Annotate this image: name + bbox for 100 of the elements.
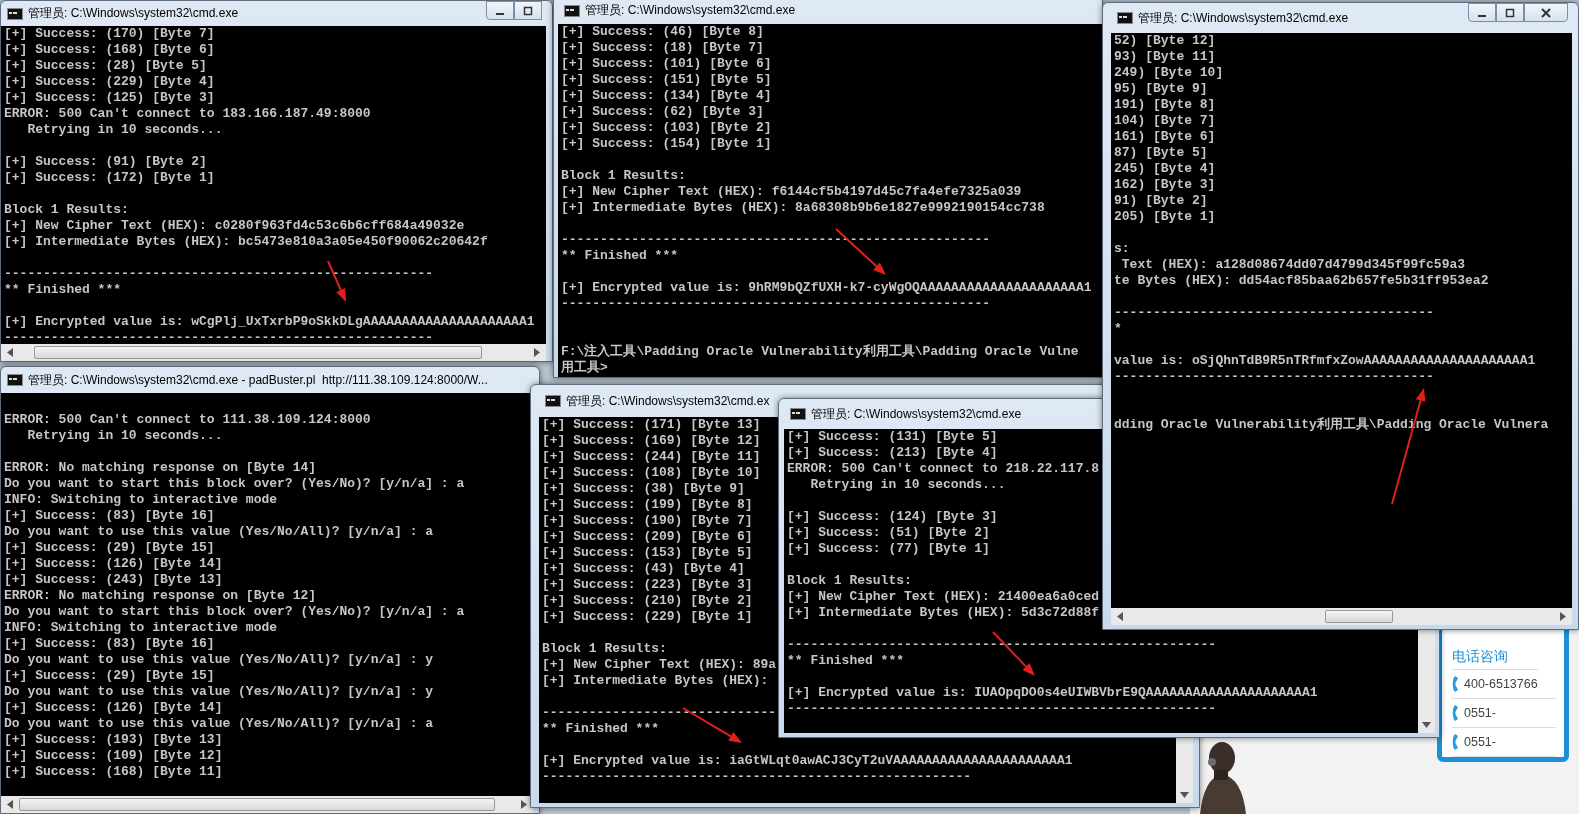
console-line: ----------------------------------------- bbox=[1114, 369, 1434, 385]
maximize-button[interactable] bbox=[1496, 3, 1524, 22]
console-line: [+] Encrypted value is: iaGtWLqt0awACJ3CyT2uVAAAAAAAAAAAAAAAAAAAAAA1 bbox=[542, 753, 1073, 769]
console-line: [+] Success: (172) [Byte 1] bbox=[4, 170, 215, 186]
console-line: [+] Success: (168) [Byte 11] bbox=[4, 764, 223, 780]
console-line: 162) [Byte 3] bbox=[1114, 177, 1216, 193]
console-line: [+] Success: (18) [Byte 7] bbox=[561, 40, 764, 56]
window-title: 管理员: C:\Windows\system32\cmd.exe - padBuster.pl http://111.38.109.124:8000/W... bbox=[28, 371, 488, 389]
console-line: [+] Encrypted value is: wCgPlj_UxTxrbP9oSkkDLgAAAAAAAAAAAAAAAAAAAAA1 bbox=[4, 314, 535, 330]
console-line: [+] Success: (46) [Byte 8] bbox=[561, 24, 764, 40]
console-line: ------------------------------------------------------- bbox=[4, 266, 434, 282]
console-line: F:\注入工具\Padding Oracle Vulnerability利用工具\Padding Oracle Vulne bbox=[561, 344, 1079, 360]
console-line: ** Finished *** bbox=[787, 653, 905, 669]
console-line: 249) [Byte 10] bbox=[1114, 65, 1224, 81]
console-icon bbox=[790, 408, 806, 420]
console-line: * bbox=[1114, 321, 1122, 337]
phone-number[interactable]: 0551- bbox=[1464, 706, 1496, 720]
maximize-button[interactable] bbox=[514, 1, 542, 20]
minimize-button[interactable] bbox=[486, 1, 514, 20]
console-line: [+] New Cipher Text (HEX): f6144cf5b4197d45c7fa4efe7325a039 bbox=[561, 184, 1022, 200]
down-arrow-icon bbox=[1422, 721, 1431, 728]
console-line: [+] Success: (131) [Byte 5] bbox=[787, 429, 998, 445]
console-line: [+] Success: (109) [Byte 12] bbox=[4, 748, 223, 764]
console-line: ERROR: 500 Can't connect to 218.22.117.8 bbox=[787, 461, 1100, 477]
console-line: te Bytes (HEX): dd54acf85baa62b657fe5b31ff953ea2 bbox=[1114, 273, 1489, 289]
console-line: Block 1 Results: bbox=[4, 202, 129, 218]
console-line: INFO: Switching to interactive mode bbox=[4, 492, 278, 508]
console-line: ERROR: No matching response on [Byte 12] bbox=[4, 588, 317, 604]
console-line: ** Finished *** bbox=[542, 721, 660, 737]
console-line: 205) [Byte 1] bbox=[1114, 209, 1216, 225]
phone-icon bbox=[1452, 676, 1461, 692]
console-line: [+] Success: (151) [Byte 5] bbox=[561, 72, 772, 88]
console-line: [+] Success: (43) [Byte 4] bbox=[542, 561, 745, 577]
window-title: 管理员: C:\Windows\system32\cmd.exe bbox=[585, 2, 796, 19]
console-line: [+] Success: (91) [Byte 2] bbox=[4, 154, 207, 170]
maximize-icon bbox=[1504, 7, 1516, 18]
console-line: 161) [Byte 6] bbox=[1114, 129, 1216, 145]
console-line: ------------------------------------------------------- bbox=[787, 637, 1217, 653]
console-line: Do you want to start this block over? (Yes/No)? [y/n/a] : a bbox=[4, 476, 465, 492]
scroll-thumb[interactable] bbox=[34, 346, 483, 359]
console-line: [+] Success: (125) [Byte 3] bbox=[4, 90, 215, 106]
console-line: ----------------------------------------- bbox=[1114, 305, 1434, 321]
window-title: 管理员: C:\Windows\system32\cmd.exe bbox=[811, 405, 1022, 423]
console-line: [+] Intermediate Bytes (HEX): bbox=[542, 673, 769, 689]
console-line: [+] Success: (83) [Byte 16] bbox=[4, 636, 215, 652]
console-icon bbox=[1117, 12, 1133, 24]
console-line: 93) [Byte 11] bbox=[1114, 49, 1216, 65]
window-title: 管理员: C:\Windows\system32\cmd.exe bbox=[1138, 9, 1349, 27]
horizontal-scrollbar[interactable] bbox=[1, 344, 546, 361]
console-line: [+] Success: (190) [Byte 7] bbox=[542, 513, 753, 529]
console-line: Block 1 Results: bbox=[561, 168, 686, 184]
left-arrow-icon bbox=[7, 348, 13, 357]
console-line: [+] Success: (169) [Byte 12] bbox=[542, 433, 761, 449]
console-line: [+] Intermediate Bytes (HEX): bc5473e810a3a05e450f90062c20642f bbox=[4, 234, 488, 250]
console-line: [+] New Cipher Text (HEX): c0280f963fd4c53c6b6cff684a49032e bbox=[4, 218, 465, 234]
console-icon bbox=[7, 7, 23, 20]
console-line: [+] Success: (153) [Byte 5] bbox=[542, 545, 753, 561]
console-line: [+] Success: (171) [Byte 13] bbox=[542, 417, 761, 433]
horizontal-scrollbar[interactable] bbox=[1111, 608, 1572, 625]
console-line: [+] Success: (168) [Byte 6] bbox=[4, 42, 215, 58]
minimize-button[interactable] bbox=[1468, 3, 1496, 22]
console-line: Text (HEX): a128d08674dd07d4799d345f99fc59a3 bbox=[1120, 257, 1466, 273]
scroll-thumb[interactable] bbox=[19, 798, 496, 811]
console-line: [+] Success: (209) [Byte 6] bbox=[542, 529, 753, 545]
console-line: 245) [Byte 4] bbox=[1114, 161, 1216, 177]
console-line: [+] Success: (210) [Byte 2] bbox=[542, 593, 753, 609]
phone-number[interactable]: 0551- bbox=[1464, 735, 1496, 749]
console-line: ------------------------------ bbox=[542, 705, 777, 721]
phone-number[interactable]: 400-6513766 bbox=[1464, 677, 1538, 691]
console-line: ** Finished *** bbox=[4, 282, 122, 298]
console-line: [+] Encrypted value is: IUAOpqDO0s4eUIWBVbrE9QAAAAAAAAAAAAAAAAAAAAA1 bbox=[787, 685, 1318, 701]
console-line: Block 1 Results: bbox=[787, 573, 912, 589]
console-line: Block 1 Results: bbox=[542, 641, 667, 657]
phone-icon bbox=[1452, 734, 1461, 750]
scroll-thumb[interactable] bbox=[1324, 610, 1393, 623]
console-icon bbox=[545, 395, 561, 407]
close-button[interactable] bbox=[1524, 3, 1568, 22]
console-line: [+] Success: (38) [Byte 9] bbox=[542, 481, 745, 497]
console-line: 52) [Byte 12] bbox=[1114, 33, 1216, 49]
console-line: value is: oSjQhnTdB9R5nTRfmfxZowAAAAAAAAAAAAAAAAAAAAA1 bbox=[1114, 353, 1536, 369]
console-line: ** Finished *** bbox=[561, 248, 679, 264]
console-line: Retrying in 10 seconds... bbox=[809, 477, 1006, 493]
window-title: 管理员: C:\Windows\system32\cmd.ex bbox=[566, 392, 770, 410]
minimize-icon bbox=[1478, 14, 1486, 17]
console-line: [+] Encrypted value is: 9hRM9bQZfUXH-k7-cyWgOQAAAAAAAAAAAAAAAAAAAAA1 bbox=[561, 280, 1092, 296]
console-line: ERROR: No matching response on [Byte 14] bbox=[4, 460, 317, 476]
horizontal-scrollbar[interactable] bbox=[1, 796, 533, 813]
console-line: ------------------------------------------------------- bbox=[561, 296, 991, 312]
console-line: 87) [Byte 5] bbox=[1114, 145, 1208, 161]
console-line: [+] New Cipher Text (HEX): 21400ea6a0ced bbox=[787, 589, 1100, 605]
panel-title: 电话咨询 bbox=[1452, 643, 1538, 670]
console-line: [+] Success: (229) [Byte 1] bbox=[542, 609, 753, 625]
console-line: [+] Success: (29) [Byte 15] bbox=[4, 668, 215, 684]
console-line: [+] Success: (108) [Byte 10] bbox=[542, 465, 761, 481]
console-line: [+] Success: (77) [Byte 1] bbox=[787, 541, 990, 557]
console-line: Do you want to start this block over? (Yes/No)? [y/n/a] : a bbox=[4, 604, 465, 620]
console-line: Do you want to use this value (Yes/No/All)? [y/n/a] : a bbox=[4, 716, 434, 732]
right-arrow-icon bbox=[534, 348, 540, 357]
console-line: Retrying in 10 seconds... bbox=[26, 428, 223, 444]
console-line: [+] Success: (83) [Byte 16] bbox=[4, 508, 215, 524]
